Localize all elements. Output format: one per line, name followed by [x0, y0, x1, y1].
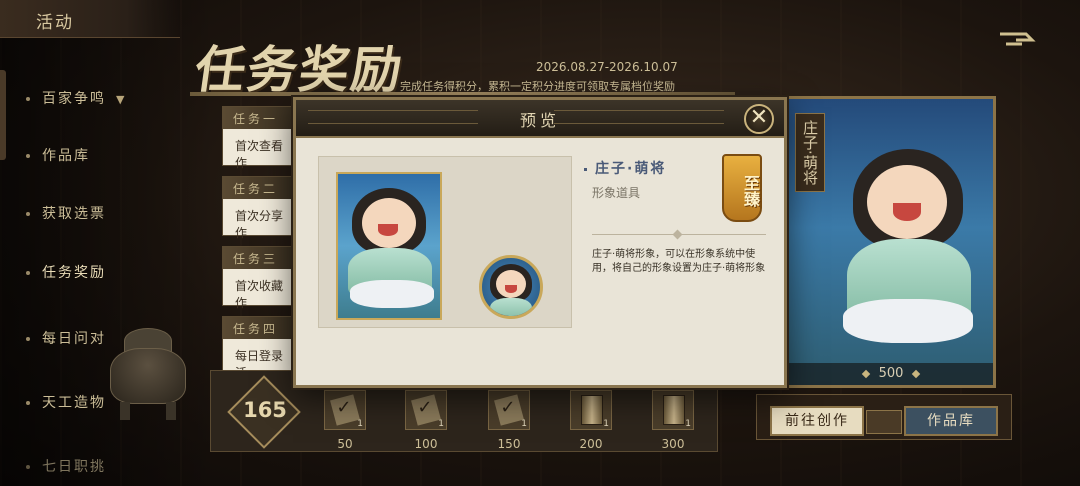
- reward-card[interactable]: 庄子·萌将 500: [786, 96, 996, 388]
- sidebar-item-task-rewards[interactable]: 任务奖励: [26, 262, 106, 282]
- task-list: 任务一 首次查看作 任务二 首次分享作 任务三 首次收藏作 任务四 每日登录活: [222, 106, 294, 380]
- task-body: 首次分享作: [223, 199, 293, 240]
- bullet-icon: [584, 167, 587, 171]
- sidebar-item-label: 任务奖励: [42, 265, 106, 281]
- section-label: 活动: [36, 13, 74, 33]
- card-price-value: 500: [878, 366, 904, 381]
- item-type: 形象道具: [592, 186, 641, 200]
- score-value: 165: [243, 398, 287, 422]
- claimed-check-icon: [411, 394, 441, 426]
- preview-modal: 预览 ✕ 庄子·萌将 形象道具 至臻 庄子·萌将形象，可以在形象系统中使用，将自…: [293, 97, 787, 388]
- milestone-count: 1: [521, 419, 527, 429]
- item-name-text: 庄子·萌将: [595, 161, 667, 177]
- preview-image-area: [318, 156, 572, 328]
- sidebar-item-works[interactable]: 作品库: [26, 145, 90, 165]
- bullet-icon: [26, 337, 30, 341]
- claimed-check-icon: [330, 394, 360, 426]
- milestone-count: 1: [438, 419, 444, 429]
- section-divider: [592, 229, 766, 240]
- works-library-button[interactable]: 作品库: [904, 406, 998, 436]
- sidebar-item-baijiazhengming[interactable]: 百家争鸣 ▼: [26, 88, 126, 108]
- close-icon[interactable]: ✕: [744, 104, 774, 134]
- milestone-points: 50: [337, 437, 353, 451]
- sidebar-item-label: 天工造物: [42, 395, 106, 411]
- avatar-frame-image[interactable]: [479, 255, 543, 319]
- milestone-reward-150[interactable]: 1: [488, 390, 530, 430]
- sidebar-item-get-votes[interactable]: 获取选票: [26, 203, 106, 223]
- scroll-item-icon: [663, 395, 685, 425]
- task-row[interactable]: 任务三 首次收藏作: [222, 246, 294, 310]
- sidebar-item-label: 每日问对: [42, 331, 106, 347]
- section-header: 活动: [0, 0, 180, 38]
- sidebar-item-daily-qa[interactable]: 每日问对: [26, 328, 106, 348]
- chevron-down-icon: ▼: [116, 93, 127, 106]
- claimed-check-icon: [494, 394, 524, 426]
- milestone-reward-200[interactable]: 1: [570, 390, 612, 430]
- milestone-reward-50[interactable]: 1: [324, 390, 366, 430]
- sidebar-edge-tab[interactable]: [0, 70, 6, 160]
- sidebar-item-seven-day[interactable]: 七日职挑: [26, 456, 106, 476]
- milestone-points: 100: [414, 437, 438, 451]
- card-vertical-label: 庄子·萌将: [795, 113, 825, 192]
- scroll-item-icon: [581, 395, 603, 425]
- item-description: 庄子·萌将形象，可以在形象系统中使用，将自己的形象设置为庄子·萌将形象: [592, 249, 766, 274]
- sidebar-item-label: 七日职挑: [42, 459, 106, 475]
- bullet-icon: [26, 97, 30, 101]
- bullet-icon: [26, 401, 30, 405]
- sidebar-item-label: 百家争鸣: [42, 91, 106, 107]
- sidebar-item-label: 获取选票: [42, 206, 106, 222]
- sidebar-item-crafting[interactable]: 天工造物: [26, 392, 106, 412]
- milestone-points: 150: [497, 437, 521, 451]
- sidebar-item-label: 作品库: [42, 148, 90, 164]
- milestone-count: 1: [357, 419, 363, 429]
- event-date-range: 2026.08.27-2026.10.07: [536, 60, 678, 74]
- bullet-icon: [26, 154, 30, 158]
- task-head: 任务二: [223, 177, 293, 199]
- item-name: 庄子·萌将: [584, 158, 666, 178]
- chibi-avatar: [482, 258, 540, 316]
- chibi-character-image: [338, 174, 440, 318]
- diamond-icon: [861, 369, 870, 378]
- character-card-image[interactable]: [336, 172, 442, 320]
- title-divider: [190, 92, 735, 96]
- bullet-icon: [26, 271, 30, 275]
- milestone-points: 200: [579, 437, 603, 451]
- task-row[interactable]: 任务四 每日登录活: [222, 316, 294, 380]
- task-head: 任务三: [223, 247, 293, 269]
- knot-ornament-icon: [866, 410, 902, 434]
- bullet-icon: [26, 465, 30, 469]
- task-row[interactable]: 任务一 首次查看作: [222, 106, 294, 170]
- back-arrow-icon[interactable]: [996, 28, 1036, 50]
- diamond-icon: [912, 369, 921, 378]
- milestone-points: 300: [661, 437, 685, 451]
- task-body: 首次收藏作: [223, 269, 293, 310]
- card-price: 500: [789, 363, 993, 385]
- milestone-count: 1: [685, 419, 691, 429]
- task-head: 任务一: [223, 107, 293, 129]
- modal-header: 预览 ✕: [296, 100, 784, 138]
- task-head: 任务四: [223, 317, 293, 339]
- rarity-badge: 至臻: [722, 154, 762, 222]
- incense-burner-decoration: [100, 318, 196, 428]
- task-body: 首次查看作: [223, 129, 293, 170]
- chibi-character-image: [833, 139, 983, 369]
- go-create-button[interactable]: 前往创作: [770, 406, 864, 436]
- modal-title: 预览: [519, 111, 560, 130]
- task-row[interactable]: 任务二 首次分享作: [222, 176, 294, 240]
- rarity-text: 至臻: [741, 175, 760, 207]
- bullet-icon: [26, 212, 30, 216]
- milestone-reward-300[interactable]: 1: [652, 390, 694, 430]
- milestone-reward-100[interactable]: 1: [405, 390, 447, 430]
- milestone-count: 1: [603, 419, 609, 429]
